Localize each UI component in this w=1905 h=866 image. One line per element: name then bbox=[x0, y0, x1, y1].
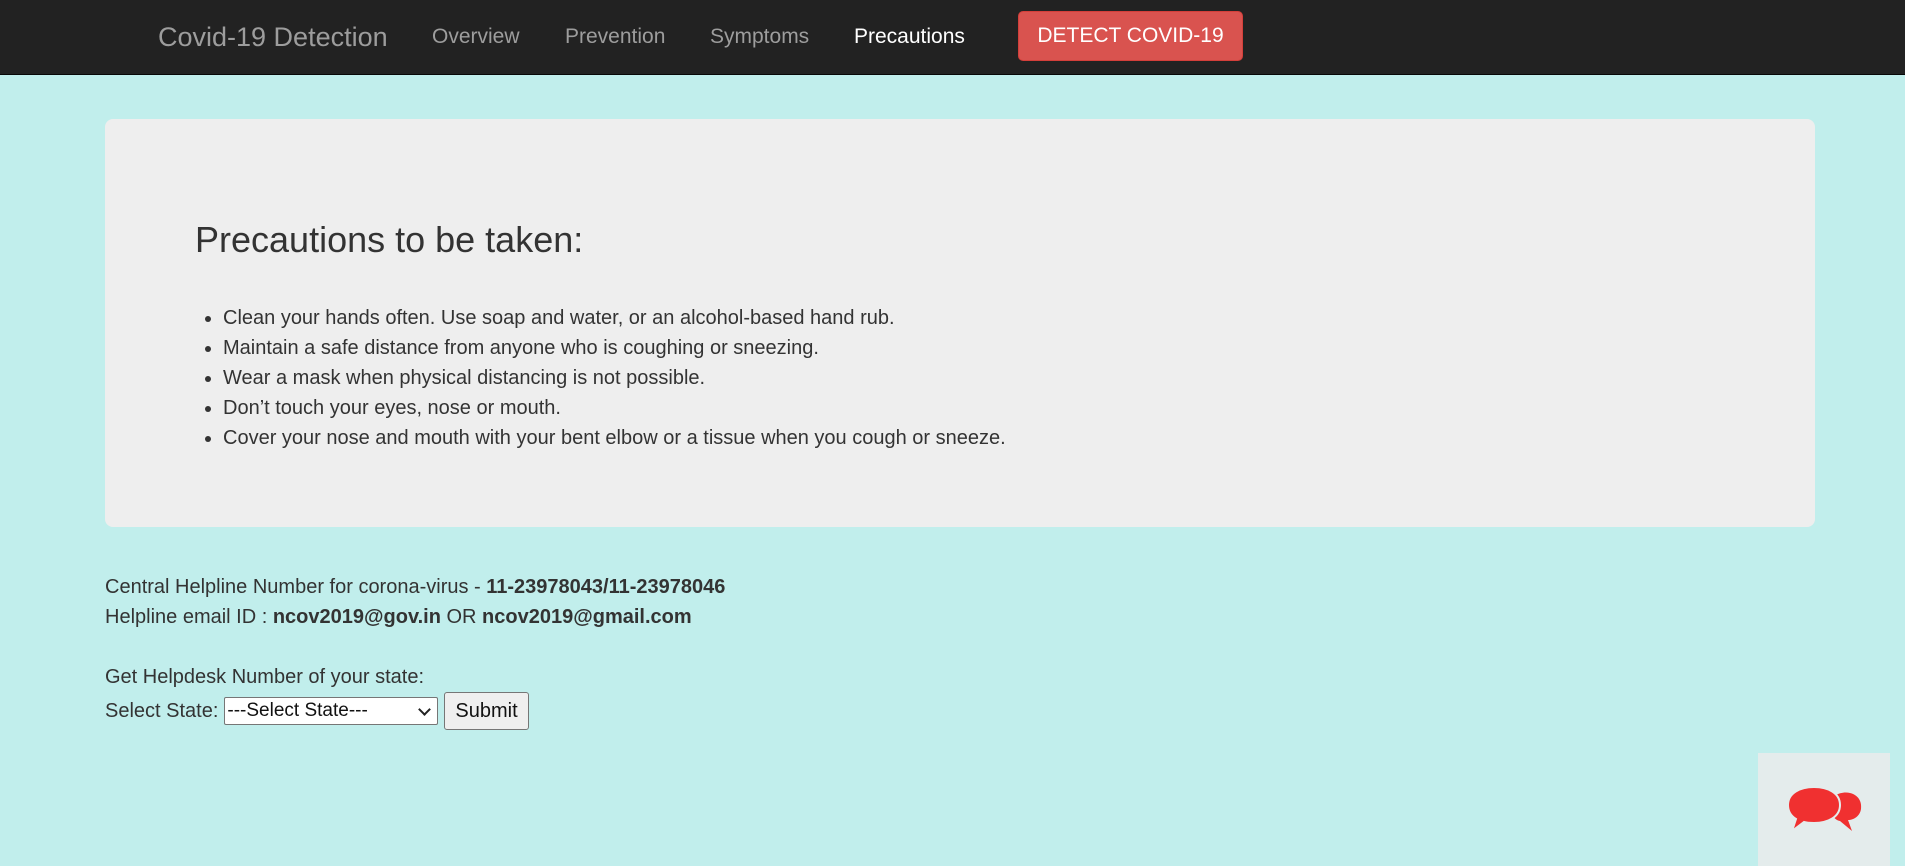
helpline-email-label: Helpline email ID : bbox=[105, 606, 273, 628]
helpline-email-primary: ncov2019@gov.in bbox=[272, 606, 441, 628]
helpline-email-line: Helpline email ID : ncov2019@gov.in OR n… bbox=[105, 602, 725, 632]
nav-link-prevention[interactable]: Prevention bbox=[565, 0, 665, 74]
precautions-title: Precautions to be taken: bbox=[195, 219, 584, 260]
state-form-row: Select State: ---Select State--- Submit bbox=[105, 692, 529, 730]
list-item: Wear a mask when physical distancing is … bbox=[223, 363, 1006, 393]
state-select[interactable]: ---Select State--- bbox=[224, 697, 439, 725]
nav-link-overview[interactable]: Overview bbox=[432, 0, 520, 74]
nav-link-precautions[interactable]: Precautions bbox=[854, 0, 965, 74]
helpline-phone-label: Central Helpline Number for corona-virus… bbox=[105, 576, 487, 598]
state-form-heading: Get Helpdesk Number of your state: bbox=[105, 666, 425, 688]
chat-bubbles-icon bbox=[1786, 785, 1862, 834]
chevron-down-icon bbox=[418, 702, 432, 716]
helpline-phone-number: 11-23978043/11-23978046 bbox=[486, 576, 726, 598]
helpline-info: Central Helpline Number for corona-virus… bbox=[105, 572, 725, 632]
list-item: Maintain a safe distance from anyone who… bbox=[223, 333, 1006, 363]
helpline-email-secondary: ncov2019@gmail.com bbox=[482, 606, 692, 628]
helpline-email-separator: OR bbox=[440, 606, 483, 628]
list-item: Don’t touch your eyes, nose or mouth. bbox=[223, 393, 1006, 423]
top-navbar: Covid-19 Detection Overview Prevention S… bbox=[0, 0, 1905, 75]
state-select-label: Select State: bbox=[105, 700, 219, 722]
precautions-panel: Precautions to be taken: Clean your hand… bbox=[105, 119, 1815, 527]
state-helpdesk-form: Get Helpdesk Number of your state: Selec… bbox=[105, 662, 529, 730]
chat-widget-button[interactable] bbox=[1758, 753, 1890, 866]
list-item: Cover your nose and mouth with your bent… bbox=[223, 423, 1006, 453]
detect-covid-button[interactable]: DETECT COVID-19 bbox=[1018, 11, 1243, 61]
state-select-value: ---Select State--- bbox=[227, 700, 368, 721]
submit-button[interactable]: Submit bbox=[444, 692, 529, 730]
navbar-brand[interactable]: Covid-19 Detection bbox=[158, 0, 388, 74]
precautions-list: Clean your hands often. Use soap and wat… bbox=[195, 303, 1006, 453]
nav-link-symptoms[interactable]: Symptoms bbox=[710, 0, 809, 74]
list-item: Clean your hands often. Use soap and wat… bbox=[223, 303, 1006, 333]
helpline-phone-line: Central Helpline Number for corona-virus… bbox=[105, 572, 725, 602]
